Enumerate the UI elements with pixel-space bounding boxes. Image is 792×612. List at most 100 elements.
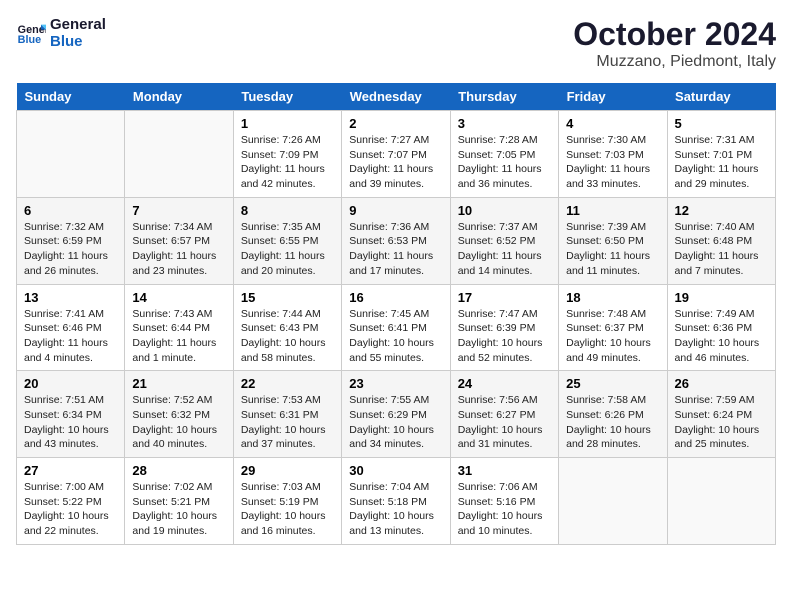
day-number: 5 xyxy=(675,116,768,131)
day-info: Sunrise: 7:36 AM Sunset: 6:53 PM Dayligh… xyxy=(349,220,442,279)
header-cell-sunday: Sunday xyxy=(17,83,125,111)
day-info: Sunrise: 7:39 AM Sunset: 6:50 PM Dayligh… xyxy=(566,220,659,279)
day-info: Sunrise: 7:47 AM Sunset: 6:39 PM Dayligh… xyxy=(458,307,551,366)
day-cell: 9 Sunrise: 7:36 AM Sunset: 6:53 PM Daylig… xyxy=(342,197,450,284)
week-row-3: 13 Sunrise: 7:41 AM Sunset: 6:46 PM Dayli… xyxy=(17,284,776,371)
day-number: 4 xyxy=(566,116,659,131)
day-cell: 16 Sunrise: 7:45 AM Sunset: 6:41 PM Dayli… xyxy=(342,284,450,371)
day-info: Sunrise: 7:45 AM Sunset: 6:41 PM Dayligh… xyxy=(349,307,442,366)
day-info: Sunrise: 7:52 AM Sunset: 6:32 PM Dayligh… xyxy=(132,393,225,452)
header-row: SundayMondayTuesdayWednesdayThursdayFrid… xyxy=(17,83,776,111)
day-number: 27 xyxy=(24,463,117,478)
day-number: 20 xyxy=(24,376,117,391)
day-info: Sunrise: 7:26 AM Sunset: 7:09 PM Dayligh… xyxy=(241,133,334,192)
day-cell: 23Sunrise: 7:55 AM Sunset: 6:29 PM Dayli… xyxy=(342,371,450,458)
day-info: Sunrise: 7:55 AM Sunset: 6:29 PM Dayligh… xyxy=(349,393,442,452)
day-info: Sunrise: 7:56 AM Sunset: 6:27 PM Dayligh… xyxy=(458,393,551,452)
header-cell-tuesday: Tuesday xyxy=(233,83,341,111)
day-number: 13 xyxy=(24,290,117,305)
day-cell: 14Sunrise: 7:43 AM Sunset: 6:44 PM Dayli… xyxy=(125,284,233,371)
header-cell-saturday: Saturday xyxy=(667,83,775,111)
day-cell: 27 Sunrise: 7:00 AM Sunset: 5:22 PM Dayli… xyxy=(17,458,125,545)
day-number: 12 xyxy=(675,203,768,218)
day-cell: 12 Sunrise: 7:40 AM Sunset: 6:48 PM Dayli… xyxy=(667,197,775,284)
day-cell: 28 Sunrise: 7:02 AM Sunset: 5:21 PM Dayli… xyxy=(125,458,233,545)
day-number: 18 xyxy=(566,290,659,305)
day-cell: 11 Sunrise: 7:39 AM Sunset: 6:50 PM Dayli… xyxy=(559,197,667,284)
header-cell-wednesday: Wednesday xyxy=(342,83,450,111)
logo-line1: General xyxy=(50,16,106,33)
day-cell: 21Sunrise: 7:52 AM Sunset: 6:32 PM Dayli… xyxy=(125,371,233,458)
day-cell: 26 Sunrise: 7:59 AM Sunset: 6:24 PM Dayli… xyxy=(667,371,775,458)
day-number: 26 xyxy=(675,376,768,391)
day-info: Sunrise: 7:02 AM Sunset: 5:21 PM Dayligh… xyxy=(132,480,225,539)
day-info: Sunrise: 7:41 AM Sunset: 6:46 PM Dayligh… xyxy=(24,307,117,366)
day-info: Sunrise: 7:31 AM Sunset: 7:01 PM Dayligh… xyxy=(675,133,768,192)
day-cell: 8Sunrise: 7:35 AM Sunset: 6:55 PM Daylig… xyxy=(233,197,341,284)
day-number: 30 xyxy=(349,463,442,478)
header-cell-monday: Monday xyxy=(125,83,233,111)
day-info: Sunrise: 7:34 AM Sunset: 6:57 PM Dayligh… xyxy=(132,220,225,279)
header-cell-thursday: Thursday xyxy=(450,83,558,111)
header-cell-friday: Friday xyxy=(559,83,667,111)
day-cell: 30Sunrise: 7:04 AM Sunset: 5:18 PM Dayli… xyxy=(342,458,450,545)
day-info: Sunrise: 7:03 AM Sunset: 5:19 PM Dayligh… xyxy=(241,480,334,539)
calendar-subtitle: Muzzano, Piedmont, Italy xyxy=(573,53,776,71)
day-number: 19 xyxy=(675,290,768,305)
logo: General Blue General Blue xyxy=(16,16,106,50)
logo-icon: General Blue xyxy=(16,18,46,48)
day-info: Sunrise: 7:44 AM Sunset: 6:43 PM Dayligh… xyxy=(241,307,334,366)
day-info: Sunrise: 7:28 AM Sunset: 7:05 PM Dayligh… xyxy=(458,133,551,192)
svg-text:Blue: Blue xyxy=(18,34,41,46)
day-cell: 1 Sunrise: 7:26 AM Sunset: 7:09 PM Daylig… xyxy=(233,111,341,198)
day-cell: 6 Sunrise: 7:32 AM Sunset: 6:59 PM Daylig… xyxy=(17,197,125,284)
day-number: 9 xyxy=(349,203,442,218)
day-number: 1 xyxy=(241,116,334,131)
day-number: 16 xyxy=(349,290,442,305)
day-cell: 20 Sunrise: 7:51 AM Sunset: 6:34 PM Dayli… xyxy=(17,371,125,458)
day-number: 11 xyxy=(566,203,659,218)
day-info: Sunrise: 7:49 AM Sunset: 6:36 PM Dayligh… xyxy=(675,307,768,366)
day-number: 2 xyxy=(349,116,442,131)
day-number: 24 xyxy=(458,376,551,391)
day-cell: 17 Sunrise: 7:47 AM Sunset: 6:39 PM Dayli… xyxy=(450,284,558,371)
day-info: Sunrise: 7:51 AM Sunset: 6:34 PM Dayligh… xyxy=(24,393,117,452)
day-cell xyxy=(667,458,775,545)
day-info: Sunrise: 7:32 AM Sunset: 6:59 PM Dayligh… xyxy=(24,220,117,279)
day-info: Sunrise: 7:27 AM Sunset: 7:07 PM Dayligh… xyxy=(349,133,442,192)
day-info: Sunrise: 7:40 AM Sunset: 6:48 PM Dayligh… xyxy=(675,220,768,279)
day-number: 15 xyxy=(241,290,334,305)
day-number: 7 xyxy=(132,203,225,218)
day-info: Sunrise: 7:43 AM Sunset: 6:44 PM Dayligh… xyxy=(132,307,225,366)
day-number: 31 xyxy=(458,463,551,478)
day-info: Sunrise: 7:59 AM Sunset: 6:24 PM Dayligh… xyxy=(675,393,768,452)
day-cell xyxy=(125,111,233,198)
day-info: Sunrise: 7:53 AM Sunset: 6:31 PM Dayligh… xyxy=(241,393,334,452)
day-number: 17 xyxy=(458,290,551,305)
day-cell: 22Sunrise: 7:53 AM Sunset: 6:31 PM Dayli… xyxy=(233,371,341,458)
day-cell: 29Sunrise: 7:03 AM Sunset: 5:19 PM Dayli… xyxy=(233,458,341,545)
day-cell: 13 Sunrise: 7:41 AM Sunset: 6:46 PM Dayli… xyxy=(17,284,125,371)
week-row-2: 6 Sunrise: 7:32 AM Sunset: 6:59 PM Daylig… xyxy=(17,197,776,284)
day-cell: 5 Sunrise: 7:31 AM Sunset: 7:01 PM Daylig… xyxy=(667,111,775,198)
day-info: Sunrise: 7:00 AM Sunset: 5:22 PM Dayligh… xyxy=(24,480,117,539)
logo-line2: Blue xyxy=(50,33,106,50)
week-row-1: 1 Sunrise: 7:26 AM Sunset: 7:09 PM Daylig… xyxy=(17,111,776,198)
week-row-5: 27 Sunrise: 7:00 AM Sunset: 5:22 PM Dayli… xyxy=(17,458,776,545)
day-cell: 19 Sunrise: 7:49 AM Sunset: 6:36 PM Dayli… xyxy=(667,284,775,371)
day-number: 6 xyxy=(24,203,117,218)
day-number: 3 xyxy=(458,116,551,131)
day-cell: 18 Sunrise: 7:48 AM Sunset: 6:37 PM Dayli… xyxy=(559,284,667,371)
day-cell: 3 Sunrise: 7:28 AM Sunset: 7:05 PM Daylig… xyxy=(450,111,558,198)
day-cell: 25Sunrise: 7:58 AM Sunset: 6:26 PM Dayli… xyxy=(559,371,667,458)
day-info: Sunrise: 7:06 AM Sunset: 5:16 PM Dayligh… xyxy=(458,480,551,539)
day-cell: 15 Sunrise: 7:44 AM Sunset: 6:43 PM Dayli… xyxy=(233,284,341,371)
calendar-title: October 2024 xyxy=(573,16,776,53)
day-info: Sunrise: 7:58 AM Sunset: 6:26 PM Dayligh… xyxy=(566,393,659,452)
day-cell: 31 Sunrise: 7:06 AM Sunset: 5:16 PM Dayli… xyxy=(450,458,558,545)
day-number: 28 xyxy=(132,463,225,478)
day-info: Sunrise: 7:48 AM Sunset: 6:37 PM Dayligh… xyxy=(566,307,659,366)
day-cell: 10Sunrise: 7:37 AM Sunset: 6:52 PM Dayli… xyxy=(450,197,558,284)
day-cell xyxy=(17,111,125,198)
day-cell: 7 Sunrise: 7:34 AM Sunset: 6:57 PM Daylig… xyxy=(125,197,233,284)
